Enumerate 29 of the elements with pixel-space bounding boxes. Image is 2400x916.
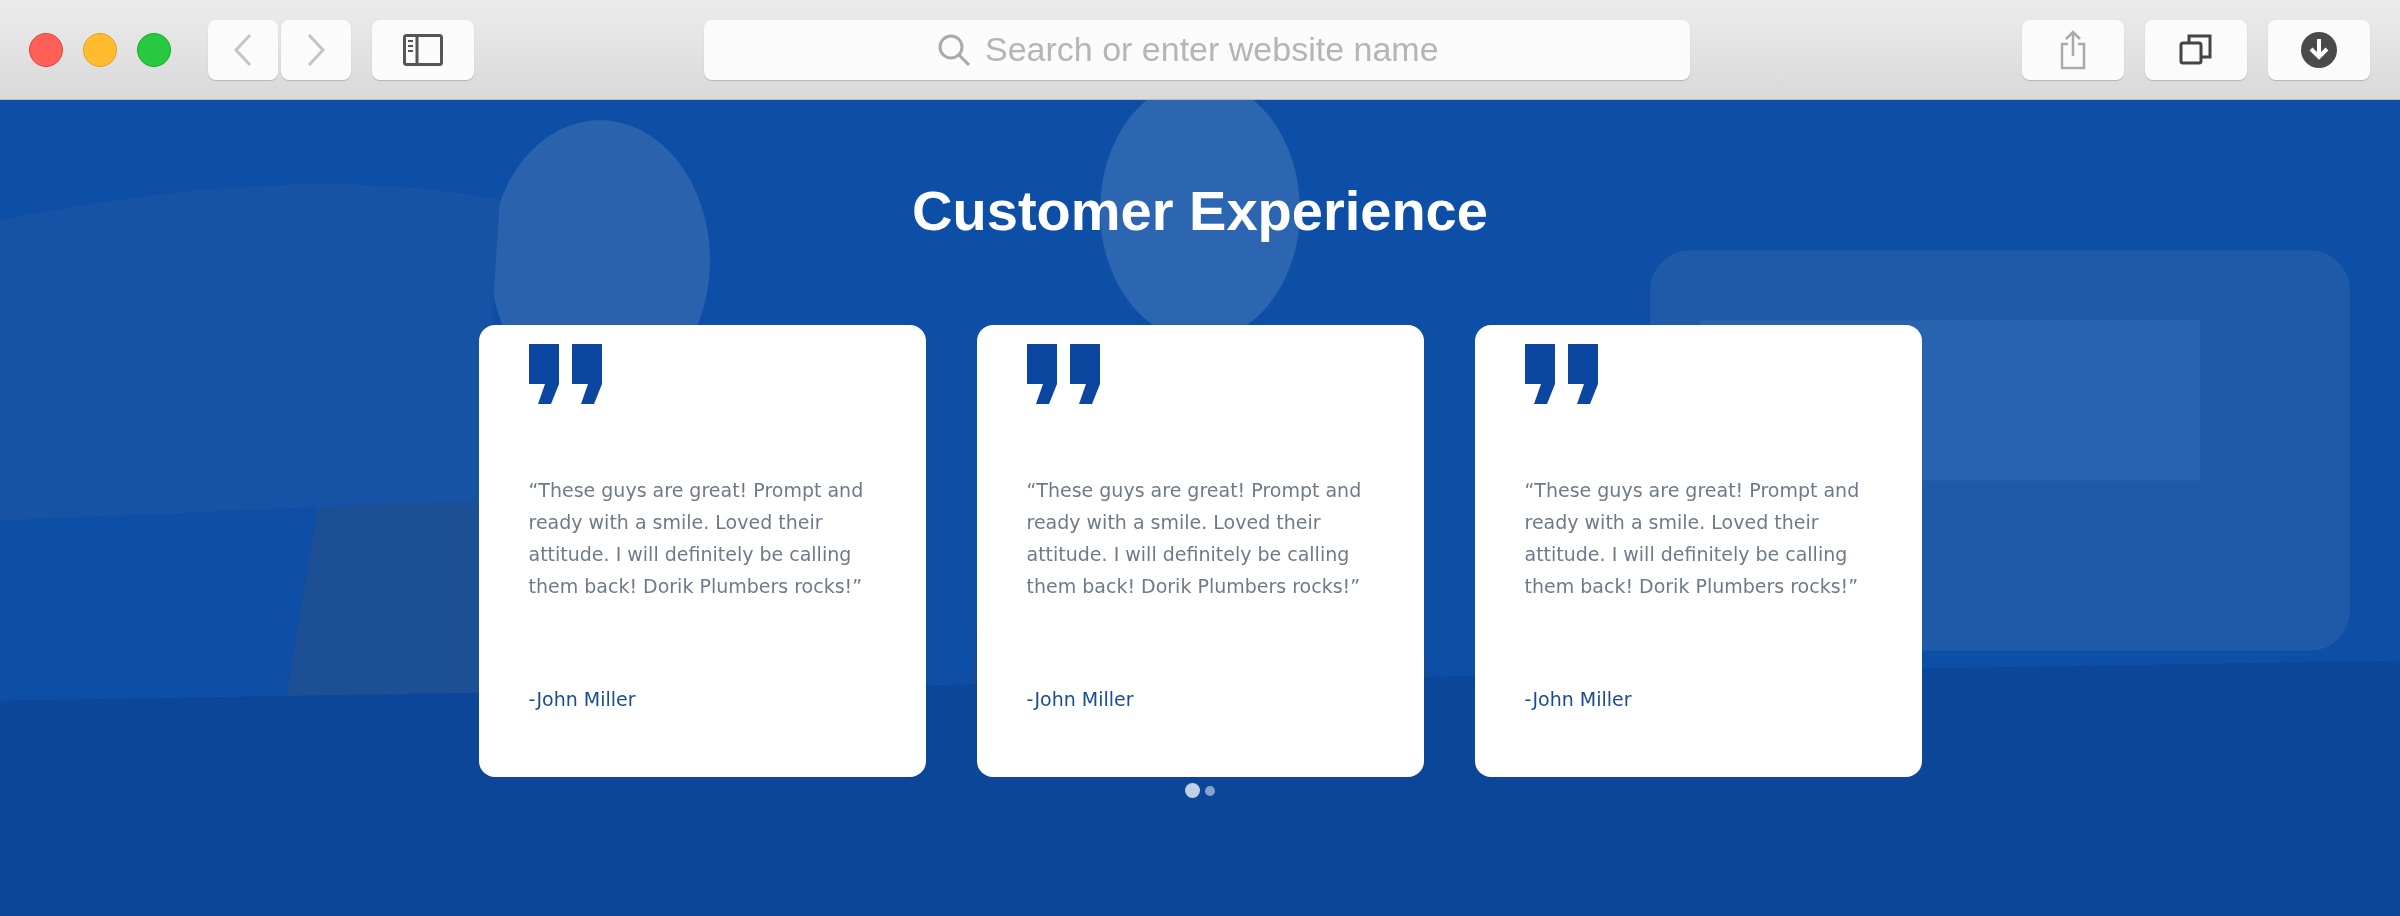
testimonial-quote: “These guys are great! Prompt and ready with a smile. Loved their attitude. I will definitely be calling them back! Dorik Plumbers rocks!”	[1026, 478, 1363, 599]
quote-icon	[528, 344, 604, 404]
share-icon	[2060, 29, 2086, 70]
zoom-button[interactable]	[137, 32, 171, 67]
minimize-button[interactable]	[83, 32, 117, 67]
download-icon	[2300, 30, 2338, 69]
sidebar-button[interactable]	[372, 19, 474, 80]
address-bar[interactable]: Search or enter website name	[704, 19, 1690, 80]
quote-icon	[1026, 344, 1102, 404]
testimonial-author: -John Miller	[1026, 688, 1135, 710]
quote-icon	[1524, 344, 1600, 404]
share-button[interactable]	[2022, 19, 2124, 80]
search-icon	[937, 32, 971, 67]
forward-icon	[305, 31, 327, 68]
back-icon	[232, 31, 254, 68]
download-button[interactable]	[2268, 19, 2370, 80]
address-field[interactable]: Search or enter website name	[983, 29, 1457, 70]
back-button[interactable]	[208, 19, 278, 80]
tabs-icon	[2179, 32, 2213, 67]
tabs-button[interactable]	[2145, 19, 2247, 80]
carousel-dot[interactable]	[1205, 785, 1215, 796]
section-title: Customer Experience	[912, 178, 1488, 244]
close-button[interactable]	[29, 32, 63, 67]
testimonial-author: -John Miller	[1524, 688, 1633, 710]
testimonial-quote: “These guys are great! Prompt and ready with a smile. Loved their attitude. I will definitely be calling them back! Dorik Plumbers rocks!”	[528, 478, 865, 599]
sidebar-icon	[403, 33, 443, 66]
forward-button[interactable]	[281, 19, 351, 80]
testimonial-quote: “These guys are great! Prompt and ready with a smile. Loved their attitude. I will definitely be calling them back! Dorik Plumbers rocks!”	[1524, 478, 1861, 599]
testimonial-author: -John Miller	[528, 688, 637, 710]
